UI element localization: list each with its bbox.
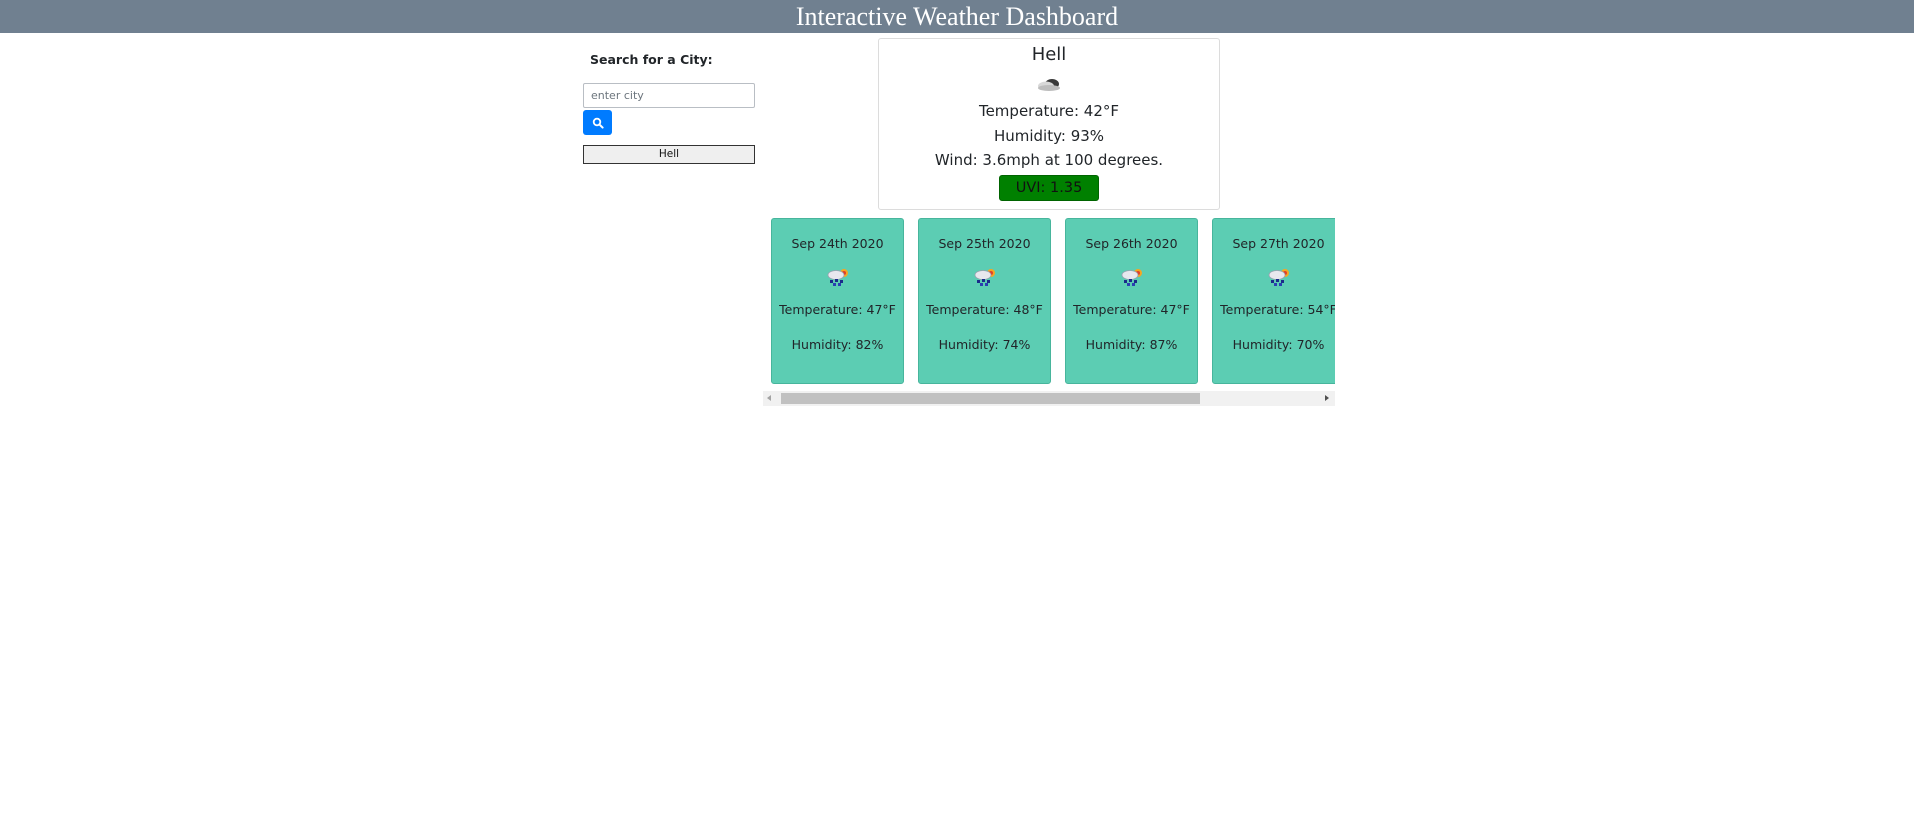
- rain-snow-sun-icon: [1066, 266, 1197, 288]
- page-header: Interactive Weather Dashboard: [0, 0, 1914, 33]
- forecast-card: Sep 25th 2020 Temperature: 48°F Humidity…: [918, 218, 1051, 384]
- forecast-card: Sep 26th 2020 Temperature: 47°F Humidity…: [1065, 218, 1198, 384]
- search-label: Search for a City:: [590, 52, 713, 67]
- scroll-right-arrow-icon[interactable]: [1325, 395, 1329, 401]
- search-button[interactable]: [583, 110, 612, 135]
- search-icon: [592, 117, 604, 129]
- current-wind: Wind: 3.6mph at 100 degrees.: [934, 151, 1164, 169]
- page-title: Interactive Weather Dashboard: [795, 2, 1119, 31]
- current-city-name: Hell: [1031, 44, 1067, 65]
- forecast-date: Sep 25th 2020: [938, 236, 1031, 251]
- forecast-temperature: Temperature: 47°F: [1073, 302, 1190, 317]
- current-weather-card: Hell Temperature: 42°F Humidity: 93% Win…: [878, 38, 1220, 210]
- forecast-humidity: Humidity: 87%: [1085, 337, 1178, 352]
- cloudy-icon: [879, 69, 1219, 99]
- forecast-card: Sep 24th 2020 Temperature: 47°F Humidity…: [771, 218, 904, 384]
- forecast-humidity: Humidity: 82%: [791, 337, 884, 352]
- forecast-scroll-container[interactable]: Sep 24th 2020 Temperature: 47°F Humidity…: [763, 218, 1335, 408]
- forecast-temperature: Temperature: 48°F: [926, 302, 1043, 317]
- scrollbar-thumb[interactable]: [781, 393, 1200, 404]
- forecast-humidity: Humidity: 70%: [1232, 337, 1325, 352]
- forecast-date: Sep 26th 2020: [1085, 236, 1178, 251]
- history-button-hell[interactable]: Hell: [583, 145, 755, 164]
- rain-snow-sun-icon: [1213, 266, 1335, 288]
- forecast-temperature: Temperature: 54°F: [1220, 302, 1335, 317]
- rain-snow-sun-icon: [772, 266, 903, 288]
- forecast-card: Sep 27th 2020 Temperature: 54°F Humidity…: [1212, 218, 1335, 384]
- uvi-badge: UVI: 1.35: [999, 174, 1099, 201]
- city-search-input[interactable]: [583, 83, 755, 108]
- current-temperature: Temperature: 42°F: [978, 102, 1120, 120]
- horizontal-scrollbar[interactable]: [763, 391, 1335, 406]
- current-humidity: Humidity: 93%: [993, 126, 1105, 145]
- rain-snow-sun-icon: [919, 266, 1050, 288]
- search-sidebar: Search for a City: Hell: [583, 48, 755, 164]
- forecast-humidity: Humidity: 74%: [938, 337, 1031, 352]
- forecast-date: Sep 24th 2020: [791, 236, 884, 251]
- forecast-temperature: Temperature: 47°F: [779, 302, 896, 317]
- scroll-left-arrow-icon[interactable]: [767, 395, 771, 401]
- forecast-date: Sep 27th 2020: [1232, 236, 1325, 251]
